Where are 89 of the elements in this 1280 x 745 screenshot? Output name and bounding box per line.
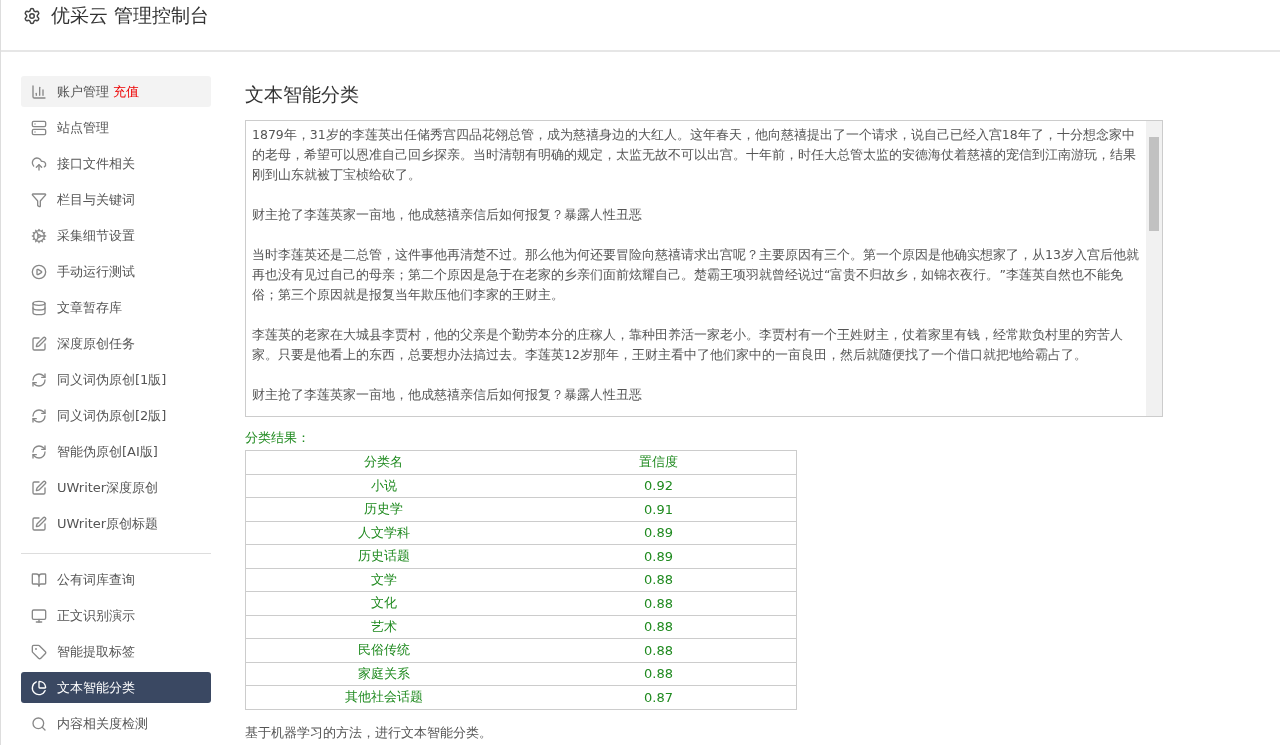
table-cell: 艺术 [245,615,521,639]
sidebar-item-label: 站点管理 [57,118,109,137]
sidebar-item[interactable]: 账户管理 充值 [21,76,211,107]
book-icon [31,571,47,588]
sidebar-item[interactable]: 内容相关度检测 [21,708,211,739]
refresh-icon [31,443,47,460]
sidebar-item[interactable]: 栏目与关键词 [21,184,211,215]
table-cell: 0.87 [521,685,797,709]
sidebar-item-label: 采集细节设置 [57,226,135,245]
recharge-link[interactable]: 充值 [113,82,139,101]
sidebar-item[interactable]: 站点管理 [21,112,211,143]
edit-icon [31,335,47,352]
tag-icon [31,643,47,660]
table-cell: 0.88 [521,615,797,639]
table-cell: 家庭关系 [245,662,521,686]
table-cell: 其他社会话题 [245,685,521,709]
sidebar-item[interactable]: 文章暂存库 [21,292,211,323]
description-text: 基于机器学习的方法，进行文本智能分类。 [245,723,493,742]
table-cell: 历史话题 [245,544,521,568]
sidebar-item[interactable]: UWriter深度原创 [21,472,211,503]
table-cell: 人文学科 [245,521,521,545]
sidebar-item[interactable]: 手动运行测试 [21,256,211,287]
table-cell: 文化 [245,591,521,615]
sidebar-item-label: 文本智能分类 [57,678,135,697]
sidebar-item[interactable]: 智能伪原创[AI版] [21,436,211,467]
play-icon [31,263,47,280]
table-cell: 文学 [245,568,521,592]
cloud-upload-icon [31,155,47,172]
bar-chart-icon [31,83,47,100]
sidebar-item[interactable]: 采集细节设置 [21,220,211,251]
table-cell: 0.89 [521,544,797,568]
table-cell: 0.91 [521,497,797,521]
column-header: 置信度 [521,450,797,474]
sidebar-item-label: 智能伪原创[AI版] [57,442,158,461]
scrollbar[interactable] [1146,121,1162,416]
sidebar-item-label: 手动运行测试 [57,262,135,281]
table-cell: 0.88 [521,662,797,686]
refresh-icon [31,407,47,424]
edit-icon [31,515,47,532]
sidebar-item-label: 同义词伪原创[2版] [57,406,167,425]
sidebar-item[interactable]: 同义词伪原创[1版] [21,364,211,395]
database-icon [31,299,47,316]
sidebar-item-label: UWriter原创标题 [57,514,159,533]
filter-icon [31,191,47,208]
text-paragraph: 1879年，31岁的李莲英出任储秀宫四品花翎总管，成为慈禧身边的大红人。这年春天，他向慈禧提出了一个请求，说自己已经入宫18年了，十分想念家中的老母，希望可以恩准自己回乡探亲。当时清朝有明确的规定，太监无故不可以出宫。十年前，时任大总管太监的安德海仗着慈禧的宠信到江南游玩，结果刚到山东就被丁宝桢给砍了。 [252,126,1137,184]
text-paragraph: 当时李莲英还是二总管，这件事他再清楚不过。那么他为何还要冒险向慈禧请求出宫呢？主要原因有三个。第一个原因是他确实想家了，从13岁入宫后他就再也没有见过自己的母亲；第二个原因是急于在老家的乡亲们面前炫耀自己。楚霸王项羽就曾经说过“富贵不归故乡，如锦衣夜行。”李莲英自然也不能免俗；第三个原因就是报复当年欺压他们李家的王财主。 [252,246,1140,304]
text-paragraph: 财主抢了李莲英家一亩地，他成慈禧亲信后如何报复？暴露人性丑恶 [252,206,643,224]
sidebar-item[interactable]: 正文识别演示 [21,600,211,631]
page-title: 文本智能分类 [245,82,360,107]
refresh-icon [31,371,47,388]
text-paragraph: 财主抢了李莲英家一亩地，他成慈禧亲信后如何报复？暴露人性丑恶 [252,386,643,404]
sidebar-item-label: 栏目与关键词 [57,190,135,209]
text-input-field[interactable] [245,120,1163,417]
sidebar-item[interactable]: UWriter原创标题 [21,508,211,539]
text-paragraph: 李莲英的老家在大城县李贾村，他的父亲是个勤劳本分的庄稼人，靠种田养活一家老小。李贾村有一个王姓财主，仗着家里有钱，经常欺负村里的穷苦人家。只要是他看上的东西，总要想办法搞过去。李莲英12岁那年，王财主看中了他们家中的一亩良田，然后就随便找了一个借口就把地给霸占了。 [252,326,1124,364]
pie-chart-icon [31,679,47,696]
sidebar-item[interactable]: 深度原创任务 [21,328,211,359]
table-cell: 小说 [245,474,521,498]
sidebar-item-label: 正文识别演示 [57,606,135,625]
sidebar-item[interactable]: 接口文件相关 [21,148,211,179]
search-icon [31,715,47,732]
monitor-icon [31,607,47,624]
table-cell: 民俗传统 [245,638,521,662]
sidebar-item-label: 同义词伪原创[1版] [57,370,167,389]
sidebar-item-label: 文章暂存库 [57,298,122,317]
sidebar-item-label: 深度原创任务 [57,334,135,353]
sidebar-item-label: 内容相关度检测 [57,714,148,733]
column-header: 分类名 [245,450,521,474]
sidebar-item-label: 公有词库查询 [57,570,135,589]
gears-icon [31,227,47,244]
sidebar-item-label: 账户管理 [57,82,109,101]
table-cell: 0.88 [521,638,797,662]
table-cell: 0.88 [521,568,797,592]
edit-icon [31,479,47,496]
settings-icon [23,7,41,25]
sidebar-item-label: UWriter深度原创 [57,478,159,497]
table-cell: 0.92 [521,474,797,498]
console-title: 优采云 管理控制台 [51,3,210,28]
sidebar-item[interactable]: 智能提取标签 [21,636,211,667]
server-icon [31,119,47,136]
table-cell: 0.89 [521,521,797,545]
sidebar-item[interactable]: 同义词伪原创[2版] [21,400,211,431]
result-label: 分类结果： [245,429,311,447]
sidebar-item[interactable]: 公有词库查询 [21,564,211,595]
sidebar-item[interactable]: 文本智能分类 [21,672,211,703]
sidebar-item-label: 接口文件相关 [57,154,135,173]
sidebar-item-label: 智能提取标签 [57,642,135,661]
table-cell: 0.88 [521,591,797,615]
table-cell: 历史学 [245,497,521,521]
